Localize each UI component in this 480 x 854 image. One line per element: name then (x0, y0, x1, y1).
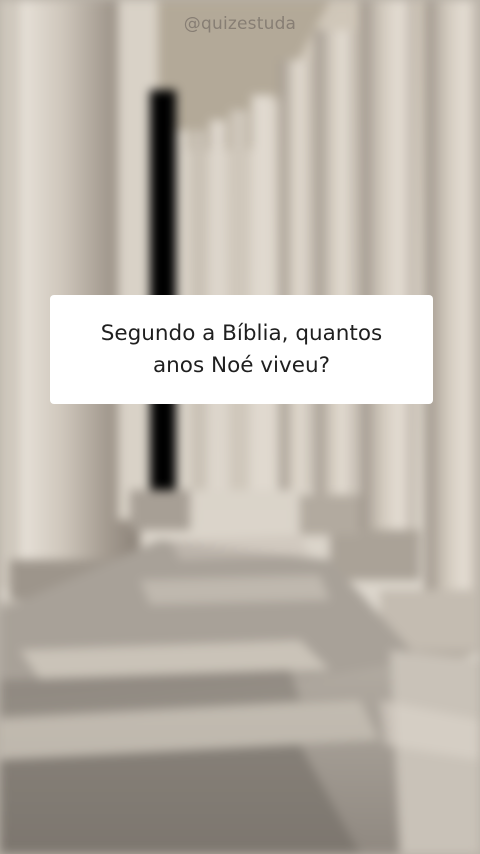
story-frame: @quizestuda Segundo a Bíblia, quantos an… (0, 0, 480, 854)
watermark-handle: @quizestuda (183, 14, 297, 34)
question-text: Segundo a Bíblia, quantos anos Noé viveu… (100, 320, 383, 378)
question-card: Segundo a Bíblia, quantos anos Noé viveu… (50, 295, 433, 404)
colonnade-photo-background (0, 0, 480, 854)
